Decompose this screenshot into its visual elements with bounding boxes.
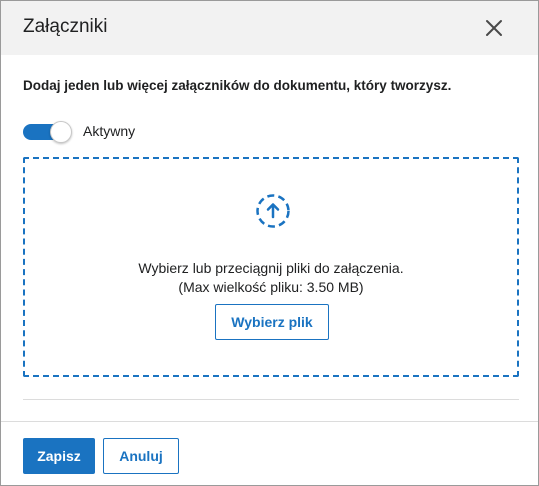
- dialog-header: Załączniki: [1, 1, 538, 55]
- active-toggle[interactable]: [23, 121, 73, 143]
- dialog-description: Dodaj jeden lub więcej załączników do do…: [23, 78, 452, 93]
- cancel-button[interactable]: Anuluj: [103, 438, 179, 474]
- dropzone-instructions: Wybierz lub przeciągnij pliki do załącze…: [138, 260, 404, 276]
- footer-divider: [1, 421, 538, 422]
- toggle-knob: [50, 121, 72, 143]
- content-divider: [23, 399, 519, 400]
- file-dropzone[interactable]: Wybierz lub przeciągnij pliki do załącze…: [23, 157, 519, 377]
- save-button[interactable]: Zapisz: [23, 438, 95, 474]
- dropzone-max-size: (Max wielkość pliku: 3.50 MB): [178, 279, 364, 295]
- toggle-label: Aktywny: [83, 123, 136, 139]
- choose-file-button[interactable]: Wybierz plik: [215, 304, 329, 340]
- close-icon[interactable]: [483, 17, 505, 39]
- attachments-dialog: Załączniki Dodaj jeden lub więcej załącz…: [0, 0, 539, 486]
- upload-arrow-icon[interactable]: [255, 193, 291, 229]
- dialog-title: Załączniki: [23, 16, 108, 37]
